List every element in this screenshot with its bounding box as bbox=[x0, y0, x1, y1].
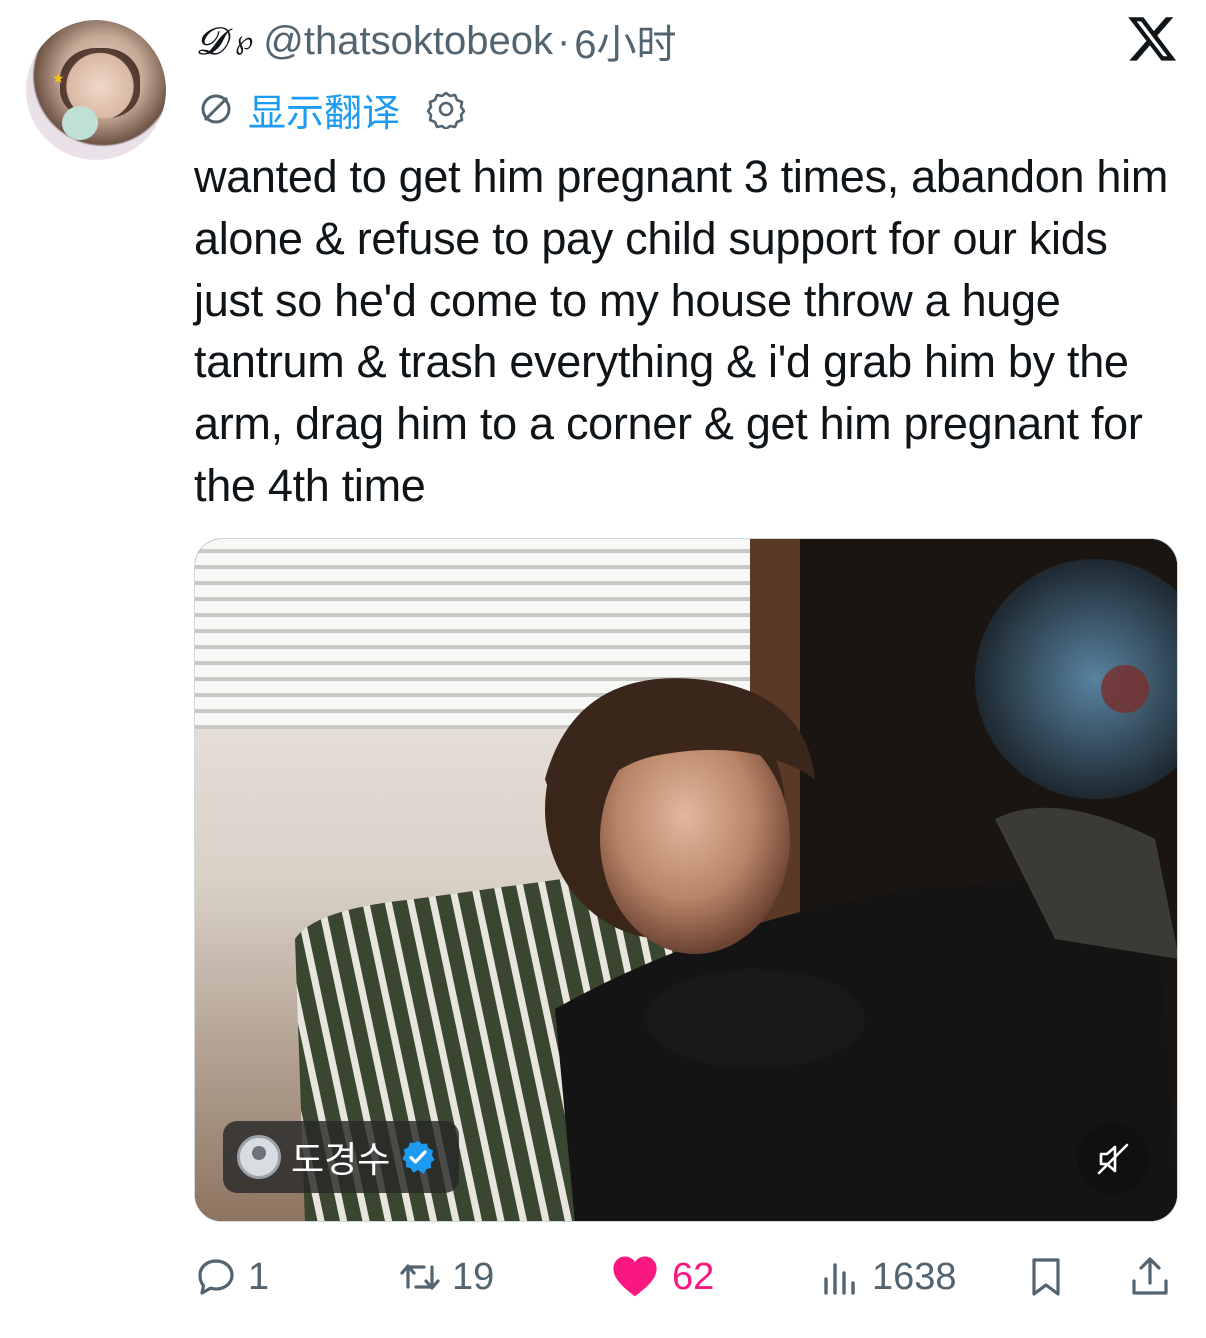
avatar-star: ★ bbox=[52, 70, 65, 86]
muted-speaker-icon bbox=[1097, 1143, 1129, 1175]
x-logo-icon[interactable] bbox=[1124, 14, 1178, 66]
display-name-emoji: ℘ bbox=[235, 26, 254, 56]
share-button[interactable] bbox=[1128, 1242, 1172, 1312]
tagged-user-avatar bbox=[237, 1135, 281, 1179]
share-icon bbox=[1132, 1257, 1168, 1295]
heart-icon bbox=[613, 1256, 657, 1297]
tweet-header: 𝓓 ℘ @thatsoktobeok · 6小时 bbox=[196, 16, 677, 68]
like-button[interactable]: 62 bbox=[608, 1242, 714, 1312]
tweet: ★ 𝓓 ℘ @thatsoktobeok · 6小时 显示翻译 wanted to … bbox=[0, 0, 1206, 1338]
tweet-media[interactable]: 도경수 bbox=[194, 538, 1178, 1222]
handle[interactable]: @thatsoktobeok bbox=[263, 19, 553, 64]
reply-icon bbox=[198, 1259, 234, 1295]
reply-button[interactable]: 1 bbox=[194, 1242, 269, 1312]
bookmark-icon bbox=[1032, 1258, 1060, 1296]
like-count: 62 bbox=[672, 1255, 715, 1298]
avatar[interactable]: ★ bbox=[26, 20, 166, 160]
bookmark-button[interactable] bbox=[1024, 1242, 1068, 1312]
reply-count: 1 bbox=[248, 1255, 270, 1298]
avatar-sticker bbox=[62, 106, 98, 140]
display-name[interactable]: 𝓓 bbox=[196, 19, 225, 64]
action-bar: 1 19 62 1638 bbox=[0, 1242, 1206, 1312]
media-tag[interactable]: 도경수 bbox=[223, 1121, 459, 1193]
tagged-user-name: 도경수 bbox=[291, 1139, 391, 1180]
gear-icon[interactable] bbox=[426, 89, 466, 129]
retweet-button[interactable]: 19 bbox=[398, 1242, 494, 1312]
show-translation-link[interactable]: 显示翻译 bbox=[248, 82, 400, 137]
view-count: 1638 bbox=[872, 1255, 957, 1298]
timestamp[interactable]: 6小时 bbox=[574, 12, 676, 70]
tweet-text: wanted to get him pregnant 3 times, aban… bbox=[194, 151, 1169, 511]
views-icon bbox=[824, 1263, 855, 1295]
separator: · bbox=[556, 18, 571, 63]
translate-icon bbox=[201, 94, 231, 124]
views-button[interactable]: 1638 bbox=[818, 1242, 957, 1312]
media-image bbox=[195, 539, 1177, 1221]
translate-row: 显示翻译 bbox=[196, 82, 466, 137]
mute-button[interactable] bbox=[1077, 1123, 1149, 1195]
retweet-icon bbox=[400, 1264, 440, 1290]
retweet-count: 19 bbox=[452, 1255, 495, 1298]
verified-badge-icon bbox=[402, 1141, 435, 1174]
